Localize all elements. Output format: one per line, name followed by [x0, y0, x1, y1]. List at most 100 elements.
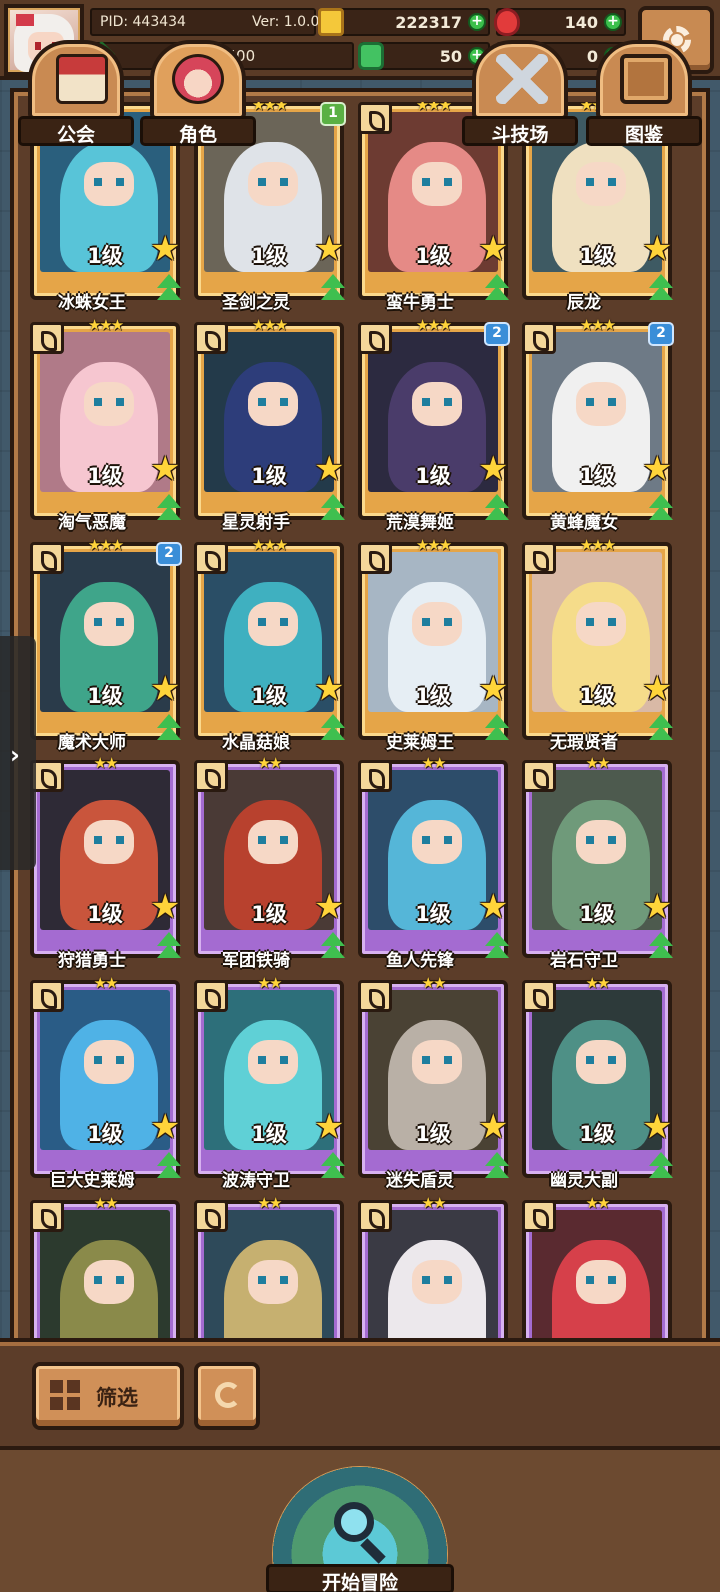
character-name: 黄蜂魔女 — [550, 513, 618, 533]
upgrade-arrow-icon[interactable] — [154, 1152, 184, 1184]
reset-filter-button[interactable] — [194, 1362, 260, 1430]
green-currency-value: 50 — [439, 47, 462, 66]
star-up-icon[interactable]: ★ — [478, 672, 512, 706]
upgrade-arrow-icon[interactable] — [646, 932, 676, 964]
star-up-icon[interactable]: ★ — [314, 452, 348, 486]
add-gems-button[interactable]: + — [604, 13, 622, 31]
character-panel: ★★★11级★冰蛛女王★★★11级★圣剑之灵★★★11级★蛮牛勇士★★★1级★辰… — [10, 88, 710, 1346]
character-card[interactable]: ★★★ 1级 ★ 无瑕贤者 — [522, 536, 673, 753]
character-card[interactable]: ★★ — [522, 1194, 672, 1342]
rarity-stars: ★★★ — [579, 536, 616, 554]
nav-arena[interactable]: 斗技场 — [462, 40, 578, 146]
star-up-icon[interactable]: ★ — [314, 1110, 348, 1144]
character-card[interactable]: ★★ 1级 ★ 狩猎勇士 — [30, 754, 181, 971]
character-name: 圣剑之灵 — [222, 293, 290, 313]
class-type-icon — [358, 980, 392, 1012]
class-type-icon — [522, 1200, 556, 1232]
rarity-stars: ★★★ — [87, 316, 124, 334]
character-card[interactable]: ★★★ 1级 ★ 淘气恶魔 — [30, 316, 181, 533]
character-name: 蛮牛勇士 — [386, 293, 454, 313]
coin-counter: 222317 + — [318, 8, 490, 36]
nav-guild[interactable]: 公会 — [18, 40, 134, 146]
upgrade-arrow-icon[interactable] — [482, 494, 512, 526]
character-name: 冰蛛女王 — [58, 293, 126, 313]
star-up-icon[interactable]: ★ — [642, 452, 676, 486]
star-up-icon[interactable]: ★ — [642, 1110, 676, 1144]
upgrade-arrow-icon[interactable] — [482, 714, 512, 746]
upgrade-arrow-icon[interactable] — [646, 494, 676, 526]
green-gem-icon — [358, 42, 384, 70]
rarity-stars: ★★ — [93, 754, 119, 772]
character-card[interactable]: ★★ 1级 ★ 幽灵大副 — [522, 974, 673, 1191]
class-type-icon — [522, 980, 556, 1012]
class-type-icon — [30, 542, 64, 574]
character-card[interactable]: ★★★ 2 1级 ★ 魔术大师 — [30, 536, 182, 753]
character-card[interactable]: ★★★ 1级 ★ 水晶菇娘 — [194, 536, 345, 753]
rarity-stars: ★★★ — [251, 316, 288, 334]
rarity-stars: ★★ — [257, 754, 283, 772]
star-up-icon[interactable]: ★ — [478, 890, 512, 924]
class-type-icon — [358, 322, 392, 354]
star-up-icon[interactable]: ★ — [642, 672, 676, 706]
class-type-icon — [194, 980, 228, 1012]
filter-button[interactable]: 筛选 — [32, 1362, 184, 1430]
upgrade-arrow-icon[interactable] — [318, 714, 348, 746]
star-up-icon[interactable]: ★ — [314, 672, 348, 706]
star-up-icon[interactable]: ★ — [314, 232, 348, 266]
character-grid[interactable]: ★★★11级★冰蛛女王★★★11级★圣剑之灵★★★11级★蛮牛勇士★★★1级★辰… — [30, 102, 698, 1342]
rarity-stars: ★★ — [421, 974, 447, 992]
star-up-icon[interactable]: ★ — [150, 672, 184, 706]
rarity-stars: ★★★ — [415, 316, 452, 334]
character-name: 辰龙 — [567, 293, 601, 313]
upgrade-arrow-icon[interactable] — [318, 1152, 348, 1184]
character-name: 波涛守卫 — [222, 1171, 290, 1191]
character-card[interactable]: ★★ 1级 ★ 军团铁骑 — [194, 754, 345, 971]
star-up-icon[interactable]: ★ — [314, 890, 348, 924]
character-card[interactable]: ★★★ 1级 ★ 星灵射手 — [194, 316, 345, 533]
star-up-icon[interactable]: ★ — [642, 232, 676, 266]
character-name: 军团铁骑 — [222, 951, 290, 971]
nav-guild-label: 公会 — [56, 124, 95, 146]
star-up-icon[interactable]: ★ — [478, 232, 512, 266]
upgrade-arrow-icon[interactable] — [482, 274, 512, 306]
star-up-icon[interactable]: ★ — [150, 1110, 184, 1144]
rarity-stars: ★★★ — [579, 316, 616, 334]
upgrade-arrow-icon[interactable] — [318, 932, 348, 964]
start-adventure-button[interactable]: 开始冒险 — [262, 1450, 458, 1592]
star-up-icon[interactable]: ★ — [478, 452, 512, 486]
character-card[interactable]: ★★ 1级 ★ 巨大史莱姆 — [30, 974, 181, 1191]
star-up-icon[interactable]: ★ — [478, 1110, 512, 1144]
character-card[interactable]: ★★★ 1级 ★ 史莱姆王 — [358, 536, 509, 753]
star-up-icon[interactable]: ★ — [150, 452, 184, 486]
upgrade-arrow-icon[interactable] — [154, 274, 184, 306]
upgrade-arrow-icon[interactable] — [154, 932, 184, 964]
character-card[interactable]: ★★ 1级 ★ 迷失盾灵 — [358, 974, 509, 1191]
upgrade-arrow-icon[interactable] — [154, 714, 184, 746]
character-card[interactable]: ★★ — [194, 1194, 344, 1342]
character-card[interactable]: ★★★ 2 1级 ★ 荒漠舞姬 — [358, 316, 510, 533]
upgrade-arrow-icon[interactable] — [482, 1152, 512, 1184]
upgrade-arrow-icon[interactable] — [646, 274, 676, 306]
character-card[interactable]: ★★ — [358, 1194, 508, 1342]
magnifier-icon — [334, 1502, 374, 1542]
nav-codex[interactable]: 图鉴 — [586, 40, 702, 146]
rarity-stars: ★★★ — [251, 536, 288, 554]
add-coins-button[interactable]: + — [468, 13, 486, 31]
star-up-icon[interactable]: ★ — [642, 890, 676, 924]
character-card[interactable]: ★★ 1级 ★ 鱼人先锋 — [358, 754, 509, 971]
upgrade-arrow-icon[interactable] — [646, 714, 676, 746]
character-card[interactable]: ★★★ 2 1级 ★ 黄蜂魔女 — [522, 316, 674, 533]
upgrade-arrow-icon[interactable] — [646, 1152, 676, 1184]
upgrade-arrow-icon[interactable] — [482, 932, 512, 964]
upgrade-arrow-icon[interactable] — [154, 494, 184, 526]
nav-role[interactable]: 角色 — [140, 40, 256, 146]
player-id: PID: 443434 — [100, 14, 186, 30]
character-card[interactable]: ★★ 1级 ★ 波涛守卫 — [194, 974, 345, 1191]
upgrade-arrow-icon[interactable] — [318, 494, 348, 526]
character-card[interactable]: ★★ — [30, 1194, 180, 1342]
star-up-icon[interactable]: ★ — [150, 890, 184, 924]
character-card[interactable]: ★★ 1级 ★ 岩石守卫 — [522, 754, 673, 971]
star-up-icon[interactable]: ★ — [150, 232, 184, 266]
side-drawer-tab[interactable]: › — [0, 636, 36, 870]
upgrade-arrow-icon[interactable] — [318, 274, 348, 306]
